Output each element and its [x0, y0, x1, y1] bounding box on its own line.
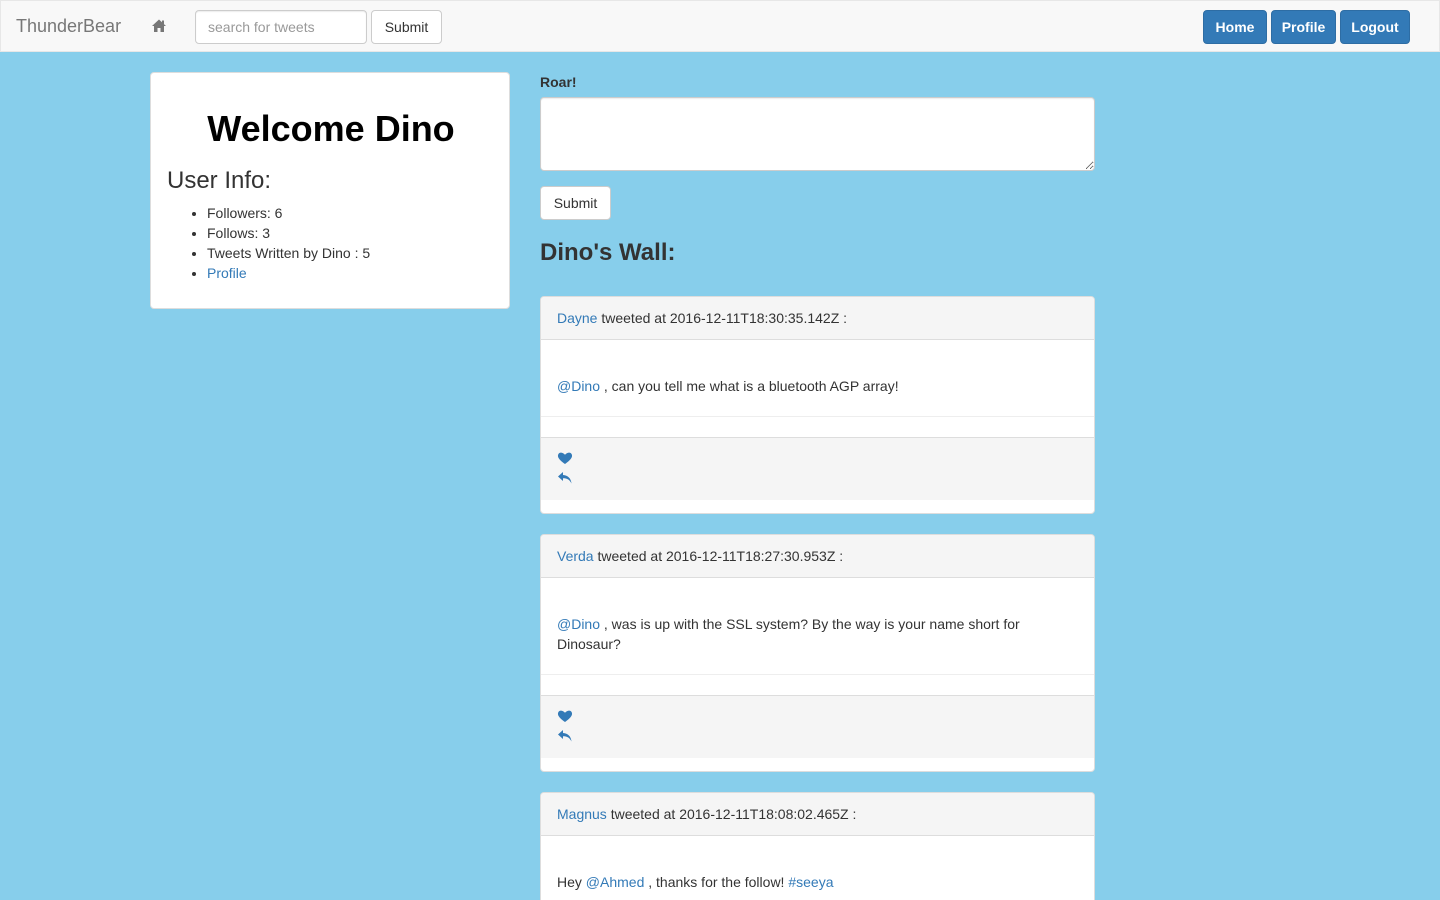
- heart-icon[interactable]: [557, 708, 573, 724]
- tweet-meta: tweeted at 2016-12-11T18:08:02.465Z :: [606, 806, 857, 822]
- tweet-card: Verda tweeted at 2016-12-11T18:27:30.953…: [540, 534, 1095, 772]
- tweet-heading: Verda tweeted at 2016-12-11T18:27:30.953…: [541, 535, 1094, 578]
- tweets-written-count: Tweets Written by Dino : 5: [207, 243, 370, 263]
- hashtag-link[interactable]: #seeya: [788, 874, 833, 890]
- logout-button[interactable]: Logout: [1340, 10, 1410, 44]
- tweet-author-link[interactable]: Magnus: [557, 806, 607, 822]
- roar-textarea[interactable]: [540, 97, 1095, 171]
- search-input[interactable]: [195, 10, 367, 44]
- tweet-body: Hey @Ahmed , thanks for the follow! #see…: [541, 836, 1094, 900]
- tweet-heading: Dayne tweeted at 2016-12-11T18:30:35.142…: [541, 297, 1094, 340]
- tweet-author-link[interactable]: Verda: [557, 548, 594, 564]
- wall-title: Dino's Wall:: [540, 239, 676, 266]
- brand-link[interactable]: ThunderBear: [16, 16, 121, 36]
- mention-link[interactable]: @Dino: [557, 378, 600, 394]
- tweet-text: , can you tell me what is a bluetooth AG…: [600, 378, 899, 394]
- tweet-meta: tweeted at 2016-12-11T18:27:30.953Z :: [593, 548, 844, 564]
- tweet-text: , thanks for the follow!: [644, 874, 789, 890]
- home-button[interactable]: Home: [1203, 10, 1267, 44]
- tweet-body: @Dino , was is up with the SSL system? B…: [541, 578, 1094, 675]
- tweet-footer: [541, 695, 1094, 758]
- tweet-card: Magnus tweeted at 2016-12-11T18:08:02.46…: [540, 792, 1095, 900]
- welcome-title: Welcome Dino: [207, 108, 455, 149]
- mention-link[interactable]: @Dino: [557, 616, 600, 632]
- user-info-heading: User Info:: [167, 167, 272, 194]
- tweet-meta: tweeted at 2016-12-11T18:30:35.142Z :: [597, 310, 848, 326]
- welcome-card: Welcome Dino User Info: Followers: 6 Fol…: [150, 72, 510, 309]
- tweet-author-link[interactable]: Dayne: [557, 310, 597, 326]
- tweet-body: @Dino , can you tell me what is a blueto…: [541, 340, 1094, 417]
- tweet-text: , was is up with the SSL system? By the …: [557, 616, 1020, 652]
- tweet-heading: Magnus tweeted at 2016-12-11T18:08:02.46…: [541, 793, 1094, 836]
- roar-label: Roar!: [540, 74, 577, 90]
- profile-list-item: Profile: [207, 263, 370, 283]
- heart-icon[interactable]: [557, 450, 573, 466]
- tweet-text-prefix: Hey: [557, 874, 586, 890]
- tweet-footer: [541, 437, 1094, 500]
- tweet-card: Dayne tweeted at 2016-12-11T18:30:35.142…: [540, 296, 1095, 514]
- user-info-list: Followers: 6 Follows: 3 Tweets Written b…: [207, 203, 370, 283]
- mention-link[interactable]: @Ahmed: [586, 874, 645, 890]
- followers-count: Followers: 6: [207, 203, 370, 223]
- search-submit-button[interactable]: Submit: [371, 10, 442, 44]
- profile-link[interactable]: Profile: [207, 265, 247, 281]
- reply-icon[interactable]: [557, 728, 573, 744]
- follows-count: Follows: 3: [207, 223, 370, 243]
- navbar: ThunderBear Submit Home Profile Logout: [0, 0, 1440, 52]
- roar-submit-button[interactable]: Submit: [540, 186, 611, 220]
- reply-icon[interactable]: [557, 470, 573, 486]
- home-icon[interactable]: [151, 18, 167, 34]
- profile-button[interactable]: Profile: [1271, 10, 1336, 44]
